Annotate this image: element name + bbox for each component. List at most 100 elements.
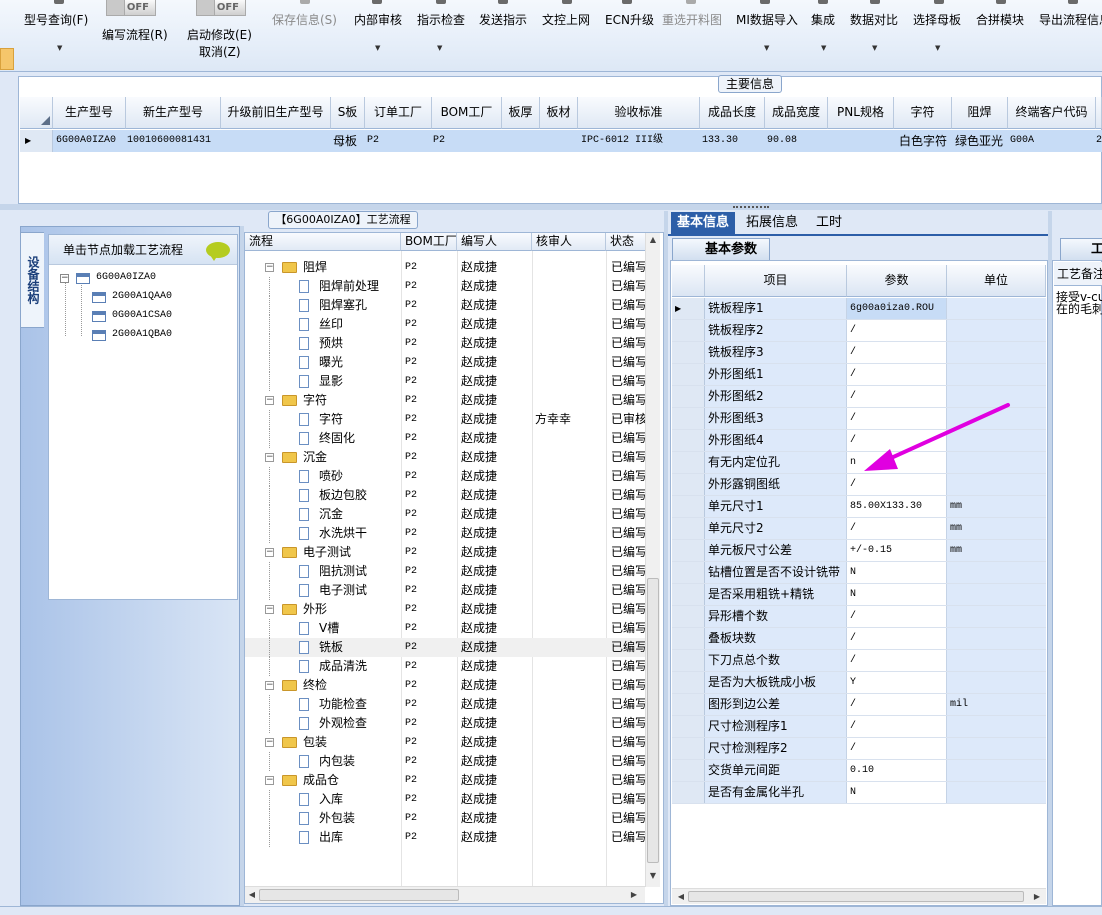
- col-header[interactable]: 阻焊: [952, 97, 1008, 129]
- col-header[interactable]: 板材: [540, 97, 578, 129]
- doc-control-online-button[interactable]: 文控上网: [542, 11, 590, 28]
- tree-child-node[interactable]: 0G00A1CSA0: [112, 310, 172, 321]
- process-row[interactable]: 曝光 P2 赵成捷 已编写: [245, 353, 645, 372]
- scroll-right-icon[interactable]: ▶: [1030, 892, 1044, 901]
- chevron-down-icon[interactable]: ▼: [57, 44, 62, 52]
- param-row[interactable]: 是否采用粗铣+精铣 N: [672, 584, 1046, 606]
- param-value[interactable]: 85.00X133.30: [847, 496, 947, 517]
- process-row[interactable]: − 沉金 P2 赵成捷 已编写: [245, 448, 645, 467]
- cell-acceptance-std[interactable]: IPC-6012 III级: [581, 130, 699, 152]
- cell-solder-mask[interactable]: 绿色亚光: [950, 130, 1008, 152]
- param-row[interactable]: 外形图纸1/: [672, 364, 1046, 386]
- param-value[interactable]: Y: [847, 672, 947, 693]
- param-row[interactable]: 铣板程序3/: [672, 342, 1046, 364]
- chevron-down-icon[interactable]: ▼: [935, 44, 940, 52]
- param-value[interactable]: /: [847, 342, 947, 363]
- ecn-upgrade-button[interactable]: ECN升级: [605, 11, 654, 28]
- param-row[interactable]: 异形槽个数 /: [672, 606, 1046, 628]
- process-row[interactable]: 丝印 P2 赵成捷 已编写: [245, 315, 645, 334]
- process-row[interactable]: 入库 P2 赵成捷 已编写: [245, 790, 645, 809]
- send-instruction-button[interactable]: 发送指示: [479, 11, 527, 28]
- process-row[interactable]: 终固化 P2 赵成捷 已编写: [245, 429, 645, 448]
- param-value[interactable]: /: [847, 628, 947, 649]
- tree-root-node[interactable]: 6G00A0IZA0: [96, 272, 156, 283]
- process-row[interactable]: 预烘 P2 赵成捷 已编写: [245, 334, 645, 353]
- chevron-down-icon[interactable]: ▼: [375, 44, 380, 52]
- integrate-button[interactable]: 集成: [811, 11, 835, 28]
- scroll-left-icon[interactable]: ◀: [245, 890, 259, 899]
- param-row[interactable]: 尺寸检测程序2/: [672, 738, 1046, 760]
- param-row[interactable]: 单元板尺寸公差 +/-0.15 mm: [672, 540, 1046, 562]
- chevron-down-icon[interactable]: ▼: [872, 44, 877, 52]
- cell-width[interactable]: 90.08: [767, 130, 827, 152]
- param-value[interactable]: 0.10: [847, 760, 947, 781]
- col-header[interactable]: 流程: [245, 233, 401, 251]
- cancel-button[interactable]: 取消(Z): [199, 43, 241, 60]
- process-row[interactable]: − 电子测试 P2 赵成捷 已编写: [245, 543, 645, 562]
- col-header[interactable]: 项目: [705, 265, 847, 297]
- tree-child-node[interactable]: 2G00A1QBA0: [112, 329, 172, 340]
- cell-s-board[interactable]: 母板: [333, 130, 365, 152]
- toggle-switch-2[interactable]: OFF: [196, 0, 246, 16]
- scroll-thumb[interactable]: [647, 578, 659, 863]
- process-row[interactable]: 出库 P2 赵成捷 已编写: [245, 828, 645, 847]
- collapse-icon[interactable]: −: [265, 396, 274, 405]
- param-value[interactable]: /: [847, 694, 947, 715]
- collapse-icon[interactable]: −: [265, 263, 274, 272]
- scroll-up-icon[interactable]: ▲: [646, 235, 660, 244]
- param-row[interactable]: 图形到边公差 / mil: [672, 694, 1046, 716]
- tree-child-node[interactable]: 2G00A1QAA0: [112, 291, 172, 302]
- param-value[interactable]: /: [847, 606, 947, 627]
- internal-review-button[interactable]: 内部审核: [354, 11, 402, 28]
- param-value[interactable]: +/-0.15: [847, 540, 947, 561]
- collapse-icon[interactable]: −: [265, 605, 274, 614]
- col-header[interactable]: 字符: [894, 97, 952, 129]
- col-header[interactable]: 验收标准: [578, 97, 700, 129]
- collapse-icon[interactable]: −: [265, 548, 274, 557]
- col-header[interactable]: S板: [331, 97, 365, 129]
- params-hscrollbar[interactable]: ◀ ▶: [672, 888, 1046, 904]
- process-row[interactable]: − 阻焊 P2 赵成捷 已编写: [245, 258, 645, 277]
- process-row[interactable]: 沉金 P2 赵成捷 已编写: [245, 505, 645, 524]
- chevron-down-icon[interactable]: ▼: [437, 44, 442, 52]
- cell-customer-code[interactable]: G00A: [1010, 130, 1090, 152]
- write-flow-button[interactable]: 编写流程(R): [102, 26, 168, 43]
- param-value[interactable]: 6g00a0iza0.ROU: [847, 298, 947, 319]
- param-row[interactable]: 交货单元间距 0.10: [672, 760, 1046, 782]
- col-header[interactable]: 新生产型号: [126, 97, 221, 129]
- process-row[interactable]: 水洗烘干 P2 赵成捷 已编写: [245, 524, 645, 543]
- tab-extended-info[interactable]: 拓展信息: [740, 212, 804, 234]
- cell-new-model[interactable]: 10010600081431: [127, 130, 221, 152]
- collapse-icon[interactable]: −: [265, 681, 274, 690]
- param-row[interactable]: 是否有金属化半孔 N: [672, 782, 1046, 804]
- param-row[interactable]: ▶ 铣板程序1 6g00a0iza0.ROU: [672, 298, 1046, 320]
- scroll-thumb[interactable]: [259, 889, 459, 901]
- chevron-down-icon[interactable]: ▼: [764, 44, 769, 52]
- scroll-right-icon[interactable]: ▶: [627, 890, 641, 899]
- notes-text[interactable]: 接受v-cut: [1056, 291, 1102, 303]
- cell-length[interactable]: 133.30: [702, 130, 764, 152]
- col-header[interactable]: 成品宽度: [765, 97, 828, 129]
- param-row[interactable]: 下刀点总个数 /: [672, 650, 1046, 672]
- col-header[interactable]: 参数: [847, 265, 947, 297]
- param-value[interactable]: /: [847, 518, 947, 539]
- merge-module-button[interactable]: 合拼模块: [976, 11, 1024, 28]
- process-row[interactable]: V槽 P2 赵成捷 已编写: [245, 619, 645, 638]
- param-value[interactable]: N: [847, 782, 947, 803]
- toggle-switch-1[interactable]: OFF: [106, 0, 156, 16]
- collapse-icon[interactable]: −: [265, 738, 274, 747]
- col-header[interactable]: BOM工厂: [432, 97, 502, 129]
- param-value[interactable]: /: [847, 738, 947, 759]
- param-value[interactable]: /: [847, 364, 947, 385]
- chevron-down-icon[interactable]: ▼: [821, 44, 826, 52]
- col-header[interactable]: 生产型号: [53, 97, 126, 129]
- col-header[interactable]: PNL规格: [828, 97, 894, 129]
- notes-text[interactable]: 在的毛刺: [1056, 303, 1102, 315]
- select-mother-board-button[interactable]: 选择母板: [913, 11, 961, 28]
- param-value[interactable]: /: [847, 716, 947, 737]
- col-header[interactable]: 升级前旧生产型号: [221, 97, 331, 129]
- process-row[interactable]: − 外形 P2 赵成捷 已编写: [245, 600, 645, 619]
- process-row[interactable]: 板边包胶 P2 赵成捷 已编写: [245, 486, 645, 505]
- param-value[interactable]: N: [847, 584, 947, 605]
- process-row[interactable]: 喷砂 P2 赵成捷 已编写: [245, 467, 645, 486]
